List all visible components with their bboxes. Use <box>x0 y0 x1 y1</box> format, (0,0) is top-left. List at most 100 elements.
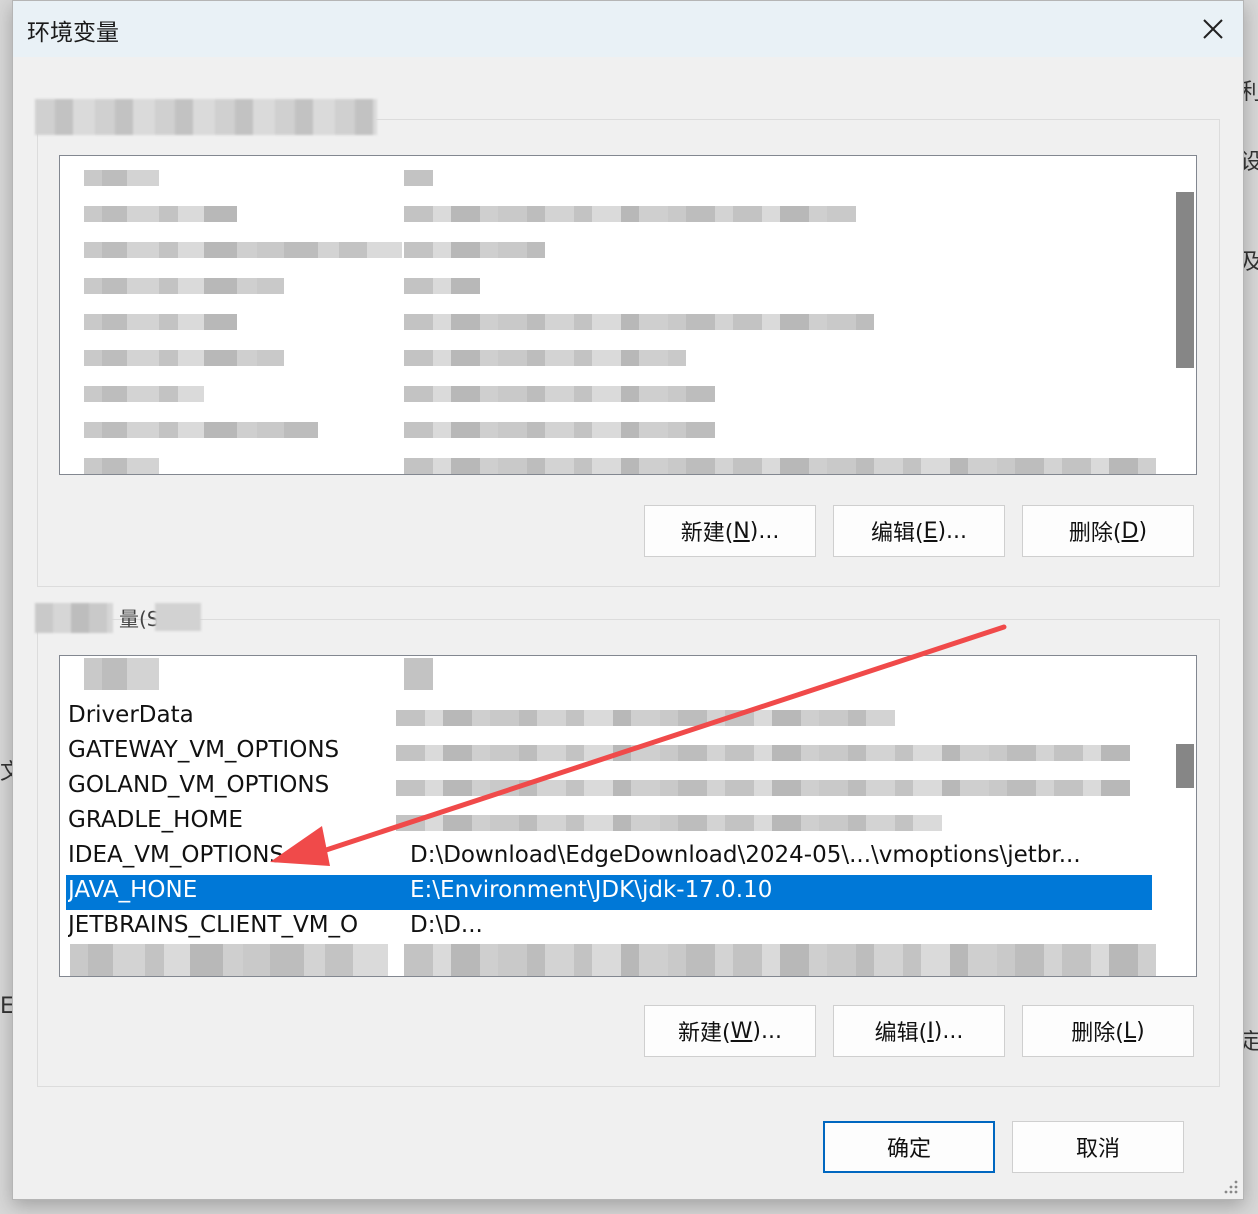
blurred-cell <box>404 422 433 438</box>
table-row[interactable]: IDEA_VM_OPTIONS D:\Download\EdgeDownload\… <box>68 840 1150 875</box>
variable-name: JETBRAINS_CLIENT_VM_O <box>68 912 359 938</box>
blurred-cell <box>686 314 715 330</box>
button-label: 删除( <box>1068 521 1122 546</box>
blurred-cell <box>566 710 584 726</box>
blurred-cell <box>284 242 318 258</box>
blurred-cell <box>874 960 903 976</box>
blurred-cell <box>159 422 178 438</box>
blurred-cell <box>1109 944 1138 960</box>
blurred-cell <box>1091 960 1109 976</box>
blurred-cell <box>1062 960 1091 976</box>
blurred-cell <box>164 944 190 960</box>
table-row[interactable]: DriverData <box>68 700 1150 735</box>
user-list-scrollbar[interactable] <box>1168 156 1196 474</box>
resize-grip-icon[interactable] <box>1221 1177 1239 1195</box>
system-new-button[interactable]: 新建(W)... <box>644 1005 816 1057</box>
blurred-cell <box>574 944 592 960</box>
blurred-cell <box>848 780 866 796</box>
blurred-cell <box>433 422 451 438</box>
blurred-cell <box>1044 944 1062 960</box>
blurred-cell <box>678 815 707 831</box>
blurred-cell <box>127 206 159 222</box>
button-label: 编辑( <box>870 521 924 546</box>
blurred-cell <box>318 242 339 258</box>
blurred-cell <box>592 314 621 330</box>
system-delete-button[interactable]: 删除(L) <box>1022 1005 1194 1057</box>
blurred-cell <box>545 960 574 976</box>
blurred-cell <box>190 944 223 960</box>
blurred-cell <box>715 206 733 222</box>
close-button[interactable] <box>1183 1 1243 57</box>
blurred-cell <box>451 242 480 258</box>
table-row[interactable]: JETBRAINS_CLIENT_VM_O D:\D... <box>68 910 1150 945</box>
blurred-cell <box>566 745 584 761</box>
blurred-cell <box>480 458 498 474</box>
blurred-cell <box>159 386 178 402</box>
variable-name: DriverData <box>68 702 194 728</box>
variable-name: GRADLE_HOME <box>68 807 243 833</box>
blurred-cell <box>537 745 566 761</box>
blurred-cell <box>127 278 159 294</box>
blurred-cell <box>270 960 304 976</box>
blurred-cell <box>237 422 257 438</box>
blurred-cell <box>480 350 498 366</box>
blurred-cell <box>404 658 433 674</box>
blurred-cell <box>84 386 102 402</box>
table-row[interactable]: GOLAND_VM_OPTIONS <box>68 770 1150 805</box>
blurred-cell <box>404 206 433 222</box>
blurred-cell <box>1062 944 1091 960</box>
table-row[interactable]: GRADLE_HOME <box>68 805 1150 840</box>
blurred-cell <box>519 815 537 831</box>
user-variables-list[interactable] <box>59 155 1197 475</box>
blurred-cell <box>809 314 827 330</box>
blurred-cell <box>102 314 127 330</box>
accelerator-key: N <box>733 518 750 544</box>
blurred-cell <box>243 944 270 960</box>
blurred-cell <box>113 960 145 976</box>
blurred-cell <box>204 422 237 438</box>
blurred-cell <box>204 242 237 258</box>
blurred-cell <box>733 960 762 976</box>
user-delete-button[interactable]: 删除(D) <box>1022 505 1194 557</box>
user-new-button[interactable]: 新建(N)... <box>644 505 816 557</box>
blurred-cell <box>856 944 874 960</box>
blurred-cell <box>443 815 472 831</box>
blurred-cell <box>425 745 443 761</box>
blurred-cell <box>127 350 159 366</box>
blurred-cell <box>903 960 921 976</box>
blurred-cell <box>70 944 88 960</box>
blurred-cell <box>451 458 480 474</box>
system-list-scrollbar[interactable] <box>1168 656 1196 976</box>
table-row[interactable]: GATEWAY_VM_OPTIONS <box>68 735 1150 770</box>
blurred-cell <box>178 386 204 402</box>
blurred-cell <box>639 314 668 330</box>
cancel-button[interactable]: 取消 <box>1012 1121 1184 1173</box>
button-label: ) <box>1138 518 1148 544</box>
blurred-cell <box>827 944 856 960</box>
blurred-cell <box>895 815 913 831</box>
system-variables-list[interactable]: DriverData GATEWAY_VM_OPTIONS GOLAND_VM_OP… <box>59 655 1197 977</box>
blurred-label <box>155 603 201 631</box>
scrollbar-thumb[interactable] <box>1176 192 1194 368</box>
blurred-cell <box>848 710 866 726</box>
blurred-cell <box>425 710 443 726</box>
blurred-label <box>35 603 113 633</box>
blurred-cell <box>660 780 678 796</box>
blurred-cell <box>574 458 592 474</box>
ok-button[interactable]: 确定 <box>823 1121 995 1173</box>
blurred-cell <box>145 960 164 976</box>
button-label: )... <box>933 1018 964 1044</box>
blurred-cell <box>968 458 997 474</box>
user-edit-button[interactable]: 编辑(E)... <box>833 505 1005 557</box>
system-edit-button[interactable]: 编辑(I)... <box>833 1005 1005 1057</box>
blurred-cell <box>678 745 707 761</box>
scrollbar-thumb[interactable] <box>1176 744 1194 788</box>
blurred-cell <box>404 314 433 330</box>
blurred-cell <box>102 658 127 674</box>
blurred-cell <box>566 815 584 831</box>
blurred-cell <box>443 710 472 726</box>
blurred-cell <box>490 815 519 831</box>
blurred-cell <box>404 350 433 366</box>
table-row[interactable]: JAVA_HONE E:\Environment\JDK\jdk-17.0.10 <box>66 875 1152 910</box>
blurred-cell <box>639 422 668 438</box>
